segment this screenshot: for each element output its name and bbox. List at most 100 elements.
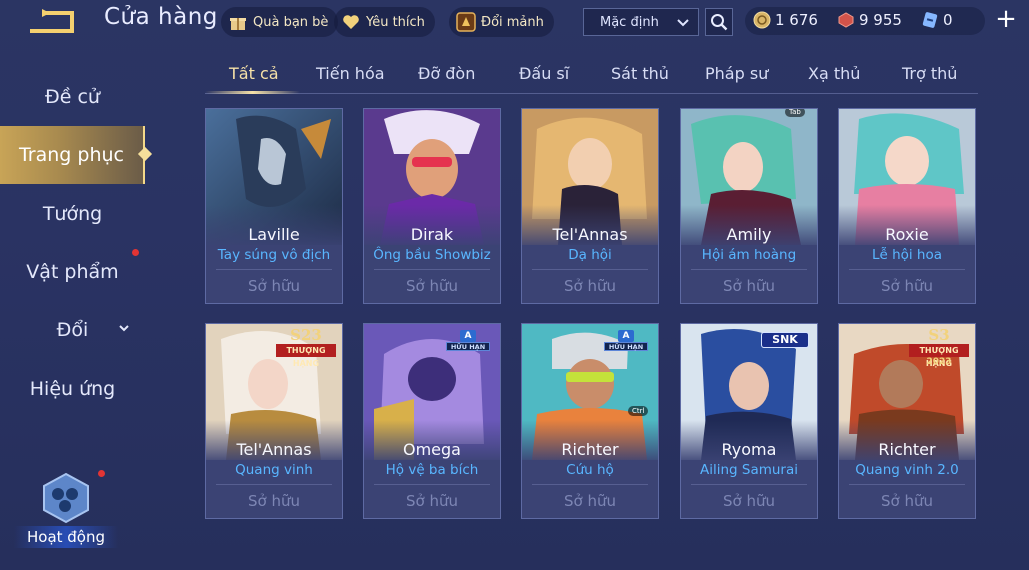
skin-name: Quang vinh 2.0	[855, 462, 959, 478]
search-icon	[711, 14, 728, 31]
skin-card[interactable]: Dirak Ông bầu Showbiz Sở hữu	[363, 108, 501, 304]
skin-name: Ailing Samurai	[699, 462, 799, 478]
hero-name: Tel'Annas	[552, 225, 628, 244]
tab-all[interactable]: Tất cả	[229, 64, 279, 83]
tab-hint: Tab	[785, 109, 805, 117]
friend-gift-label: Quà bạn bè	[253, 14, 329, 30]
gold-coin-icon	[753, 11, 771, 29]
gift-icon	[227, 11, 249, 33]
rank-badge: S3 THƯỢNG HẠNG 2023	[905, 326, 973, 368]
back-arrow-icon	[30, 9, 74, 33]
token-balance: 0	[921, 11, 953, 29]
chevron-down-icon	[677, 19, 689, 27]
search-button[interactable]	[705, 8, 733, 36]
hero-name: Tel'Annas	[236, 440, 312, 459]
activity-label: Hoạt động	[14, 526, 118, 548]
skin-card[interactable]: Roxie Lễ hội hoa Sở hữu	[838, 108, 976, 304]
notification-dot	[98, 470, 105, 477]
sidebar-item-label: Đề cử	[45, 86, 100, 108]
owned-status: Sở hữu	[248, 277, 300, 295]
owned-status: Sở hữu	[881, 492, 933, 510]
skin-name: Cứu hộ	[566, 462, 614, 478]
sidebar-item-items[interactable]: Vật phẩm	[0, 243, 145, 301]
skin-card[interactable]: A HỮU HẠN Ctrl Richter Cứu hộ Sở hữu	[521, 323, 659, 519]
owned-status: Sở hữu	[564, 277, 616, 295]
sidebar-item-heroes[interactable]: Tướng	[0, 185, 145, 243]
owned-status: Sở hữu	[723, 277, 775, 295]
exchange-fragments-button[interactable]: Đổi mảnh	[449, 7, 554, 37]
skin-name: Quang vinh	[235, 462, 313, 478]
favorite-label: Yêu thích	[366, 14, 425, 30]
owned-status: Sở hữu	[881, 277, 933, 295]
category-tabs: Tất cả Tiến hóa Đỡ đòn Đấu sĩ Sát thủ Ph…	[205, 58, 978, 94]
hero-name: Richter	[561, 440, 619, 459]
sidebar-item-skins[interactable]: Trang phục	[0, 126, 153, 184]
sidebar-item-effects[interactable]: Hiệu ứng	[0, 360, 145, 418]
hero-name: Roxie	[885, 225, 929, 244]
tab-fighter[interactable]: Đấu sĩ	[519, 64, 569, 83]
add-currency-button[interactable]: +	[994, 6, 1018, 32]
skin-name: Tay súng vô địch	[217, 247, 331, 263]
hero-name: Amily	[726, 225, 772, 244]
skin-card[interactable]: Laville Tay súng vô địch Sở hữu	[205, 108, 343, 304]
sidebar-item-label: Tướng	[42, 203, 103, 225]
fragment-chest-icon	[455, 11, 477, 33]
notification-dot	[132, 249, 139, 256]
hero-name: Richter	[878, 440, 936, 459]
owned-status: Sở hữu	[564, 492, 616, 510]
sidebar-item-exchange[interactable]: Đổi	[0, 301, 145, 359]
active-indicator-icon	[137, 146, 153, 162]
skin-card[interactable]: A HỮU HẠN Omega Hộ vệ ba bích Sở hữu	[363, 323, 501, 519]
chevron-down-icon	[119, 325, 129, 332]
activity-button[interactable]: Hoạt động	[14, 470, 118, 556]
back-button[interactable]	[28, 8, 80, 34]
tab-support[interactable]: Trợ thủ	[902, 64, 957, 83]
limited-badge: A HỮU HẠN	[446, 330, 490, 352]
skin-name: Dạ hội	[568, 247, 612, 263]
exchange-label: Đổi mảnh	[481, 14, 544, 30]
sidebar-item-recommended[interactable]: Đề cử	[0, 68, 145, 126]
currency-bar: 1 676 9 955 0	[745, 7, 985, 35]
owned-status: Sở hữu	[723, 492, 775, 510]
owned-status: Sở hữu	[248, 492, 300, 510]
skin-card[interactable]: S23 THƯỢNG HẠNG Tel'Annas Quang vinh Sở …	[205, 323, 343, 519]
coin-balance: 1 676	[753, 11, 818, 29]
page-title: Cửa hàng	[104, 4, 218, 30]
sort-dropdown[interactable]: Mặc định	[583, 8, 699, 36]
activity-hex-icon	[43, 472, 89, 524]
tab-evolution[interactable]: Tiến hóa	[316, 64, 385, 83]
owned-status: Sở hữu	[406, 492, 458, 510]
hero-name: Omega	[403, 440, 461, 459]
snk-badge: SNK	[761, 332, 809, 348]
skin-name: Lễ hội hoa	[871, 247, 943, 263]
hero-name: Ryoma	[721, 440, 777, 459]
sidebar-item-label: Vật phẩm	[26, 261, 119, 283]
tab-tank[interactable]: Đỡ đòn	[418, 64, 475, 83]
skin-name: Ông bầu Showbiz	[373, 247, 491, 263]
sidebar-item-label: Hiệu ứng	[29, 378, 116, 400]
sidebar-item-label: Đổi	[56, 319, 89, 341]
skin-card[interactable]: Tel'Annas Dạ hội Sở hữu	[521, 108, 659, 304]
voucher-balance: 9 955	[837, 11, 902, 29]
skin-name: Hộ vệ ba bích	[385, 462, 479, 478]
sidebar-item-label: Trang phục	[18, 144, 124, 166]
active-tab-underline	[205, 91, 300, 94]
skin-card[interactable]: S3 THƯỢNG HẠNG 2023 Richter Quang vinh 2…	[838, 323, 976, 519]
tab-assassin[interactable]: Sát thủ	[611, 64, 669, 83]
favorite-button[interactable]: Yêu thích	[334, 7, 435, 37]
hero-name: Laville	[248, 225, 300, 244]
skin-card[interactable]: SNK Ryoma Ailing Samurai Sở hữu	[680, 323, 818, 519]
heart-icon	[340, 11, 362, 33]
ticket-icon	[922, 12, 938, 28]
sort-value: Mặc định	[600, 14, 659, 30]
skin-card[interactable]: Tab Amily Hội ám hoàng Sở hữu	[680, 108, 818, 304]
owned-status: Sở hữu	[406, 277, 458, 295]
badge-year: 2023	[926, 357, 952, 367]
rank-badge: S23 THƯỢNG HẠNG	[272, 326, 340, 368]
skin-name: Hội ám hoàng	[701, 247, 797, 263]
tab-marksman[interactable]: Xạ thủ	[808, 64, 860, 83]
limited-badge: A HỮU HẠN	[604, 330, 648, 352]
tab-mage[interactable]: Pháp sư	[705, 64, 768, 83]
voucher-icon	[838, 12, 854, 28]
friend-gift-button[interactable]: Quà bạn bè	[221, 7, 339, 37]
